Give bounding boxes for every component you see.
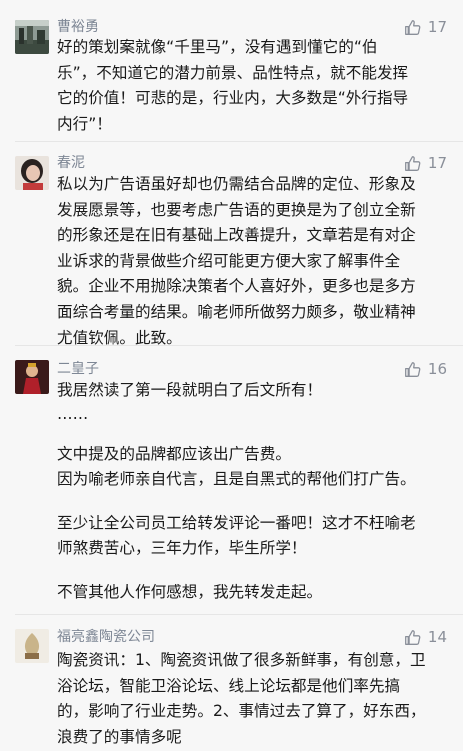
comment-text: 陶瓷资讯：1、陶瓷资讯做了很多新鲜事，有创意，卫 浴论坛，智能卫浴论坛、线上论坛… [57,651,426,746]
thumbs-up-icon [404,629,421,645]
avatar[interactable] [15,20,49,54]
comment-item: 福亮鑫陶瓷公司 14 陶瓷资讯：1、陶瓷资讯做了很多新鲜事，有创意，卫 浴论坛，… [0,615,463,751]
comment-item: 曹裕勇 17 好的策划案就像“千里马”，没有遇到懂它的“伯 乐”，不知道它的潜力… [0,0,463,140]
like-count: 17 [427,154,447,172]
like-button[interactable]: 17 [404,18,447,36]
like-count: 16 [427,360,447,378]
comment-item: 二皇子 16 我居然读了第一段就明白了后文所有！ …… 文中提及的品牌都应该出广… [0,346,463,616]
comment-text: 私以为广告语虽好却也仍需结合品牌的定位、形象及 发展愿景等，也要考虑广告语的更换… [57,175,416,347]
comment-author[interactable]: 曹裕勇 [57,18,99,36]
comment-text: 好的策划案就像“千里马”，没有遇到懂它的“伯 乐”，不知道它的潜力前景、品性特点… [57,38,409,133]
thumbs-up-icon [404,19,421,35]
avatar[interactable] [15,629,49,663]
comment-item: 春泥 17 私以为广告语虽好却也仍需结合品牌的定位、形象及 发展愿景等，也要考虑… [0,142,463,347]
avatar[interactable] [15,360,49,394]
comment-author[interactable]: 春泥 [57,154,85,172]
thumbs-up-icon [404,361,421,377]
comment-author[interactable]: 二皇子 [57,360,99,378]
like-count: 14 [427,628,447,646]
thumbs-up-icon [404,155,421,171]
like-button[interactable]: 16 [404,360,447,378]
comment-author[interactable]: 福亮鑫陶瓷公司 [57,628,155,646]
comment-text: 我居然读了第一段就明白了后文所有！ …… 文中提及的品牌都应该出广告费。 因为喻… [57,381,416,601]
avatar[interactable] [15,156,49,190]
like-button[interactable]: 14 [404,628,447,646]
like-button[interactable]: 17 [404,154,447,172]
like-count: 17 [427,18,447,36]
